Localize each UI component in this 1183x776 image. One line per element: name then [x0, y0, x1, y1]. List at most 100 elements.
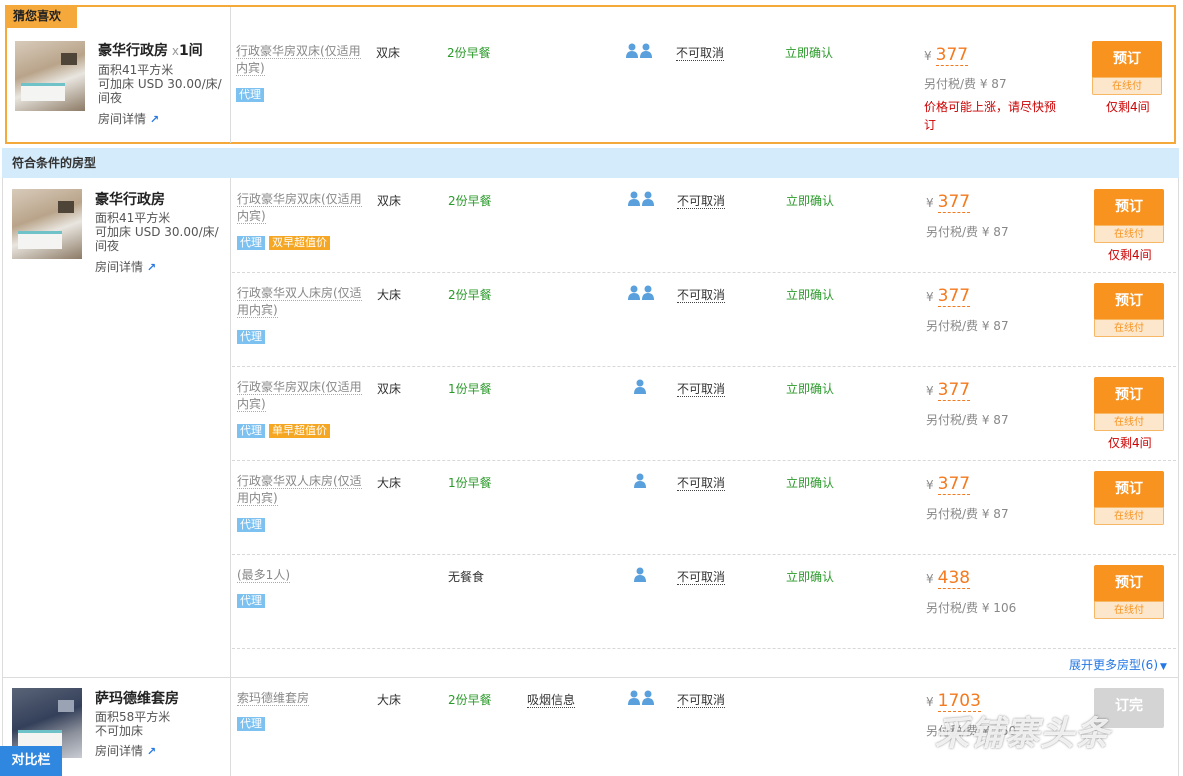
rate-divider [232, 460, 1176, 461]
tax-fee: 另付税/费 ¥ 87 [926, 507, 1009, 521]
room-area: 面积41平方米 [98, 63, 174, 77]
two-guests-icon [627, 285, 655, 301]
book-button[interactable]: 预订 在线付 [1094, 377, 1164, 431]
extra-bed-info: 不可加床 [95, 724, 144, 738]
tax-fee: 另付税/费 ¥ 87 [926, 319, 1009, 333]
breakfast: 1份早餐 [448, 382, 492, 396]
agent-tag: 代理 [236, 88, 264, 102]
bed-type: 大床 [377, 693, 402, 707]
rate-name[interactable]: 行政豪华房双床(仅适用内宾) [236, 43, 366, 77]
compare-tab[interactable]: 对比栏 [0, 746, 62, 776]
right-border [1178, 178, 1179, 776]
bed-type: 大床 [377, 288, 402, 302]
agent-tag: 代理 [237, 717, 265, 731]
book-button[interactable]: 预订 在线付 [1094, 189, 1164, 243]
breakfast: 2份早餐 [448, 194, 492, 208]
rate-tags: 代理 [236, 87, 268, 102]
multiplier: x [171, 44, 179, 58]
rooms-remaining: 仅剩4间 [1106, 100, 1150, 114]
expand-more-link[interactable]: 展开更多房型(6) ▼ [1069, 656, 1167, 673]
left-border [2, 178, 3, 776]
rate-tags: 代理 [237, 593, 269, 608]
room-divider [2, 677, 1179, 678]
smoking-info[interactable]: 吸烟信息 [527, 691, 576, 708]
cancel-policy[interactable]: 不可取消 [677, 474, 726, 491]
rate-tags: 代理 [237, 517, 269, 532]
book-button[interactable]: 预订 在线付 [1092, 41, 1162, 95]
bed-type: 大床 [377, 476, 402, 490]
rate-name[interactable]: (最多1人) [237, 567, 367, 584]
agent-tag: 代理 [237, 424, 265, 438]
caret-down-icon: ▼ [1160, 662, 1167, 672]
breakfast: 1份早餐 [448, 476, 492, 490]
rate-divider [232, 554, 1176, 555]
rooms-remaining: 仅剩4间 [1108, 248, 1152, 262]
rate-name[interactable]: 索玛德维套房 [237, 690, 367, 707]
price: ¥377 [924, 45, 969, 66]
extra-bed-info: 可加床 USD 30.00/床/间夜 [98, 77, 222, 105]
confirm-status: 立即确认 [786, 194, 835, 208]
room-thumbnail[interactable] [15, 41, 85, 111]
section-title: 符合条件的房型 [2, 148, 1179, 178]
rate-name[interactable]: 行政豪华双人床房(仅适用内宾) [237, 285, 367, 319]
extra-bed-info: 可加床 USD 30.00/床/间夜 [95, 225, 219, 253]
price: ¥438 [926, 568, 971, 589]
price: ¥377 [926, 192, 971, 213]
room-details-link[interactable]: 房间详情 ↗ [98, 110, 159, 127]
tax-fee: 另付税/费 ¥ 106 [926, 601, 1017, 615]
cancel-policy[interactable]: 不可取消 [677, 286, 726, 303]
rate-name[interactable]: 行政豪华双人床房(仅适用内宾) [237, 473, 367, 507]
rate-name[interactable]: 行政豪华房双床(仅适用内宾) [237, 379, 367, 413]
rate-tags: 代理 双早超值价 [237, 235, 334, 250]
external-arrow-icon: ↗ [146, 261, 157, 274]
price: ¥377 [926, 286, 971, 307]
price: ¥377 [926, 380, 971, 401]
breakfast: 2份早餐 [448, 693, 492, 707]
favorite-room-title: 豪华行政房 x1间 [98, 40, 203, 60]
bed-type: 双床 [377, 194, 402, 208]
book-button[interactable]: 预订 在线付 [1094, 565, 1164, 619]
room-count: 1间 [178, 43, 203, 59]
book-label: 预订 [1115, 387, 1143, 403]
room-area: 面积41平方米 [95, 211, 171, 225]
confirm-status: 立即确认 [785, 46, 834, 60]
favorite-divider [230, 7, 231, 143]
rate-name[interactable]: 行政豪华房双床(仅适用内宾) [237, 191, 367, 225]
bed-type: 双床 [377, 382, 402, 396]
bed-type: 双床 [376, 46, 401, 60]
pay-online-label: 在线付 [1094, 225, 1164, 243]
cancel-policy[interactable]: 不可取消 [676, 44, 725, 61]
rate-divider [232, 648, 1176, 649]
room-area: 面积58平方米 [95, 710, 171, 724]
cancel-policy[interactable]: 不可取消 [677, 691, 726, 708]
promo-tag: 单早超值价 [269, 424, 330, 438]
cancel-policy[interactable]: 不可取消 [677, 192, 726, 209]
column-divider [230, 178, 231, 776]
rate-divider [232, 272, 1176, 273]
book-button[interactable]: 预订 在线付 [1094, 471, 1164, 525]
cancel-policy[interactable]: 不可取消 [677, 568, 726, 585]
room-details-label: 房间详情 [98, 112, 147, 126]
room-details-label: 房间详情 [95, 260, 144, 274]
room-details-link[interactable]: 房间详情 ↗ [95, 258, 156, 275]
agent-tag: 代理 [237, 594, 265, 608]
rate-tags: 代理 单早超值价 [237, 423, 334, 438]
room-details-link[interactable]: 房间详情 ↗ [95, 742, 156, 759]
book-label: 预订 [1115, 575, 1143, 591]
favorite-label: 猜您喜欢 [5, 5, 77, 28]
book-button[interactable]: 预订 在线付 [1094, 283, 1164, 337]
tax-fee: 另付税/费 ¥ 87 [924, 77, 1007, 91]
confirm-status: 立即确认 [786, 476, 835, 490]
room-details-label: 房间详情 [95, 744, 144, 758]
room-name: 萨玛德维套房 [95, 691, 179, 707]
pay-online-label: 在线付 [1094, 413, 1164, 431]
room-thumbnail[interactable] [12, 189, 82, 259]
room-name: 豪华行政房 [98, 43, 168, 59]
one-guest-icon [633, 567, 647, 583]
price-warning: 价格可能上涨，请尽快预订 [924, 100, 1057, 132]
cancel-policy[interactable]: 不可取消 [677, 380, 726, 397]
one-guest-icon [633, 379, 647, 395]
room-name: 豪华行政房 [95, 192, 165, 208]
agent-tag: 代理 [237, 330, 265, 344]
book-label: 预订 [1115, 481, 1143, 497]
